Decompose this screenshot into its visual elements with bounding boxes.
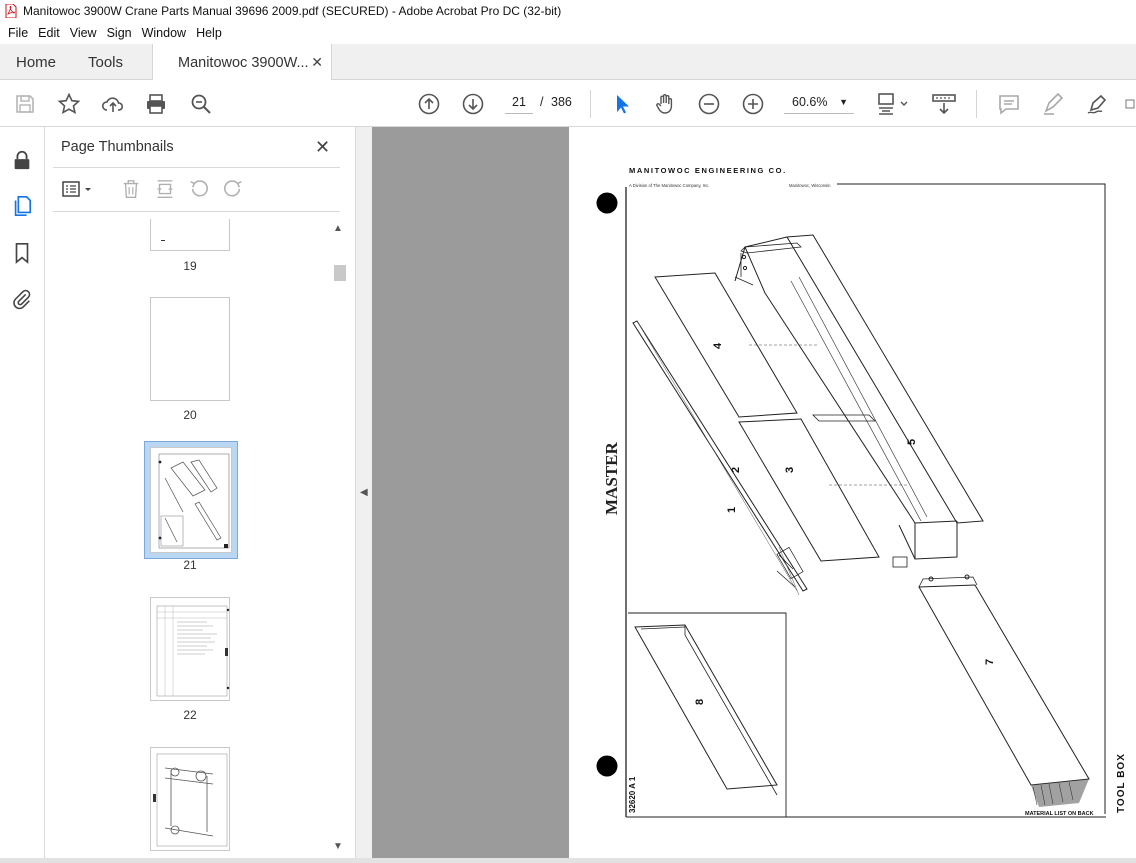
menu-bar: File Edit View Sign Window Help bbox=[0, 22, 1136, 44]
thumbnail-page-number: 19 bbox=[183, 259, 197, 273]
tab-tools[interactable]: Tools bbox=[88, 44, 123, 80]
master-stamp: MASTER bbox=[602, 442, 621, 515]
thumbnail-page[interactable] bbox=[150, 219, 230, 251]
scroll-mode-icon[interactable] bbox=[930, 91, 958, 117]
fit-page-icon[interactable] bbox=[876, 91, 910, 117]
thumbnail-drawing bbox=[158, 453, 230, 549]
insert-page-icon[interactable] bbox=[153, 177, 177, 201]
bookmarks-icon[interactable] bbox=[10, 241, 34, 265]
part-label: 3 bbox=[784, 467, 796, 473]
previous-page-icon[interactable] bbox=[416, 91, 442, 117]
company-name: MANITOWOC ENGINEERING CO. bbox=[629, 166, 787, 175]
acrobat-app-icon bbox=[5, 4, 17, 18]
page-thumbnails-panel: Page Thumbnails ✕ 19 20 21 22 ▲ ▼ bbox=[45, 127, 355, 863]
menu-view[interactable]: View bbox=[65, 26, 102, 40]
parts-drawing: MANITOWOC ENGINEERING CO. A Division of … bbox=[596, 166, 1127, 818]
window-title: Manitowoc 3900W Crane Parts Manual 39696… bbox=[23, 4, 562, 18]
tab-home[interactable]: Home bbox=[16, 44, 56, 80]
menu-sign[interactable]: Sign bbox=[102, 26, 137, 40]
drawing-title: TOOL BOX bbox=[1116, 753, 1127, 813]
comment-icon[interactable] bbox=[996, 91, 1022, 117]
punch-hole bbox=[596, 755, 618, 777]
thumbnail-page[interactable] bbox=[150, 597, 230, 701]
thumbnail-drawing bbox=[153, 753, 228, 847]
title-bar: Manitowoc 3900W Crane Parts Manual 39696… bbox=[0, 0, 1136, 22]
thumbnail-page[interactable] bbox=[150, 747, 230, 851]
lock-icon[interactable] bbox=[10, 148, 34, 172]
document-viewer[interactable]: MANITOWOC ENGINEERING CO. A Division of … bbox=[372, 127, 1136, 863]
attachments-paperclip-icon[interactable] bbox=[10, 287, 34, 311]
toolbar-divider bbox=[976, 90, 977, 118]
delete-page-icon[interactable] bbox=[119, 177, 143, 201]
panel-title: Page Thumbnails bbox=[61, 139, 174, 155]
menu-edit[interactable]: Edit bbox=[33, 26, 65, 40]
scrollbar-thumb[interactable] bbox=[334, 265, 346, 281]
more-tools-icon[interactable] bbox=[1124, 91, 1136, 117]
punch-hole bbox=[596, 192, 618, 214]
thumbnail-page-number: 21 bbox=[183, 558, 197, 572]
thumbnail-table bbox=[156, 605, 230, 697]
drawing-number: 32620 A 1 bbox=[628, 776, 637, 813]
current-page-input[interactable]: 21 bbox=[505, 90, 533, 114]
zoom-out-icon[interactable] bbox=[696, 91, 722, 117]
total-pages: 386 bbox=[551, 95, 572, 109]
part-label: 7 bbox=[984, 659, 996, 665]
toolbar-divider bbox=[590, 90, 591, 118]
part-label: 8 bbox=[694, 699, 706, 705]
zoom-level-value: 60.6% bbox=[792, 95, 828, 109]
thumbnail-list: 19 20 21 22 bbox=[45, 219, 330, 863]
zoom-level-select[interactable]: 60.6% ▼ bbox=[784, 90, 854, 114]
print-icon[interactable] bbox=[143, 91, 169, 117]
sign-pen-icon[interactable] bbox=[1084, 91, 1110, 117]
zoom-in-icon[interactable] bbox=[740, 91, 766, 117]
rotate-counterclockwise-icon[interactable] bbox=[187, 177, 211, 201]
tab-document[interactable]: Manitowoc 3900W... ✕ bbox=[152, 44, 332, 81]
scroll-down-icon[interactable]: ▼ bbox=[333, 841, 343, 852]
company-location: Manitowoc, Wisconsin bbox=[789, 183, 831, 188]
tab-document-label: Manitowoc 3900W... bbox=[178, 54, 309, 71]
thumbnail-scrollbar[interactable] bbox=[330, 219, 347, 859]
page-thumbnails-icon[interactable] bbox=[10, 194, 34, 218]
status-strip bbox=[0, 858, 1136, 863]
part-label: 1 bbox=[726, 507, 738, 513]
panel-splitter[interactable]: ◀ bbox=[355, 127, 372, 863]
collapse-panel-icon[interactable]: ◀ bbox=[360, 487, 368, 498]
part-label: 4 bbox=[712, 342, 724, 349]
page-separator: / bbox=[540, 95, 544, 109]
thumbnail-page-number: 20 bbox=[183, 408, 197, 422]
close-panel-icon[interactable]: ✕ bbox=[315, 137, 330, 158]
menu-window[interactable]: Window bbox=[137, 26, 191, 40]
panel-divider bbox=[53, 167, 340, 168]
rotate-clockwise-icon[interactable] bbox=[221, 177, 245, 201]
menu-help[interactable]: Help bbox=[191, 26, 227, 40]
material-list-note: MATERIAL LIST ON BACK bbox=[1025, 811, 1094, 817]
thumbnail-content bbox=[161, 240, 165, 241]
select-cursor-icon[interactable] bbox=[608, 91, 634, 117]
scroll-up-icon[interactable]: ▲ bbox=[333, 223, 343, 234]
thumbnail-page-current[interactable] bbox=[150, 447, 232, 553]
upload-cloud-icon[interactable] bbox=[100, 91, 126, 117]
highlight-pen-icon[interactable] bbox=[1040, 91, 1066, 117]
next-page-icon[interactable] bbox=[460, 91, 486, 117]
thumbnail-page[interactable] bbox=[150, 297, 230, 401]
chevron-down-icon: ▼ bbox=[839, 97, 848, 107]
thumbnail-page-number: 22 bbox=[183, 708, 197, 722]
thumbnail-options-icon[interactable] bbox=[61, 177, 95, 201]
left-rail bbox=[0, 127, 45, 863]
close-tab-icon[interactable]: ✕ bbox=[311, 54, 323, 71]
bookmark-star-icon[interactable] bbox=[56, 91, 82, 117]
zoom-search-icon[interactable] bbox=[188, 91, 214, 117]
tab-bar: Home Tools Manitowoc 3900W... ✕ bbox=[0, 44, 1136, 81]
save-icon[interactable] bbox=[12, 91, 38, 117]
menu-file[interactable]: File bbox=[3, 26, 33, 40]
hand-tool-icon[interactable] bbox=[652, 91, 678, 117]
part-label: 5 bbox=[906, 439, 918, 445]
document-page: MANITOWOC ENGINEERING CO. A Division of … bbox=[569, 127, 1136, 863]
part-label: 2 bbox=[730, 467, 742, 473]
panel-divider bbox=[53, 211, 340, 212]
division-name: A Division of The Manitowoc Company, Inc… bbox=[629, 183, 709, 188]
